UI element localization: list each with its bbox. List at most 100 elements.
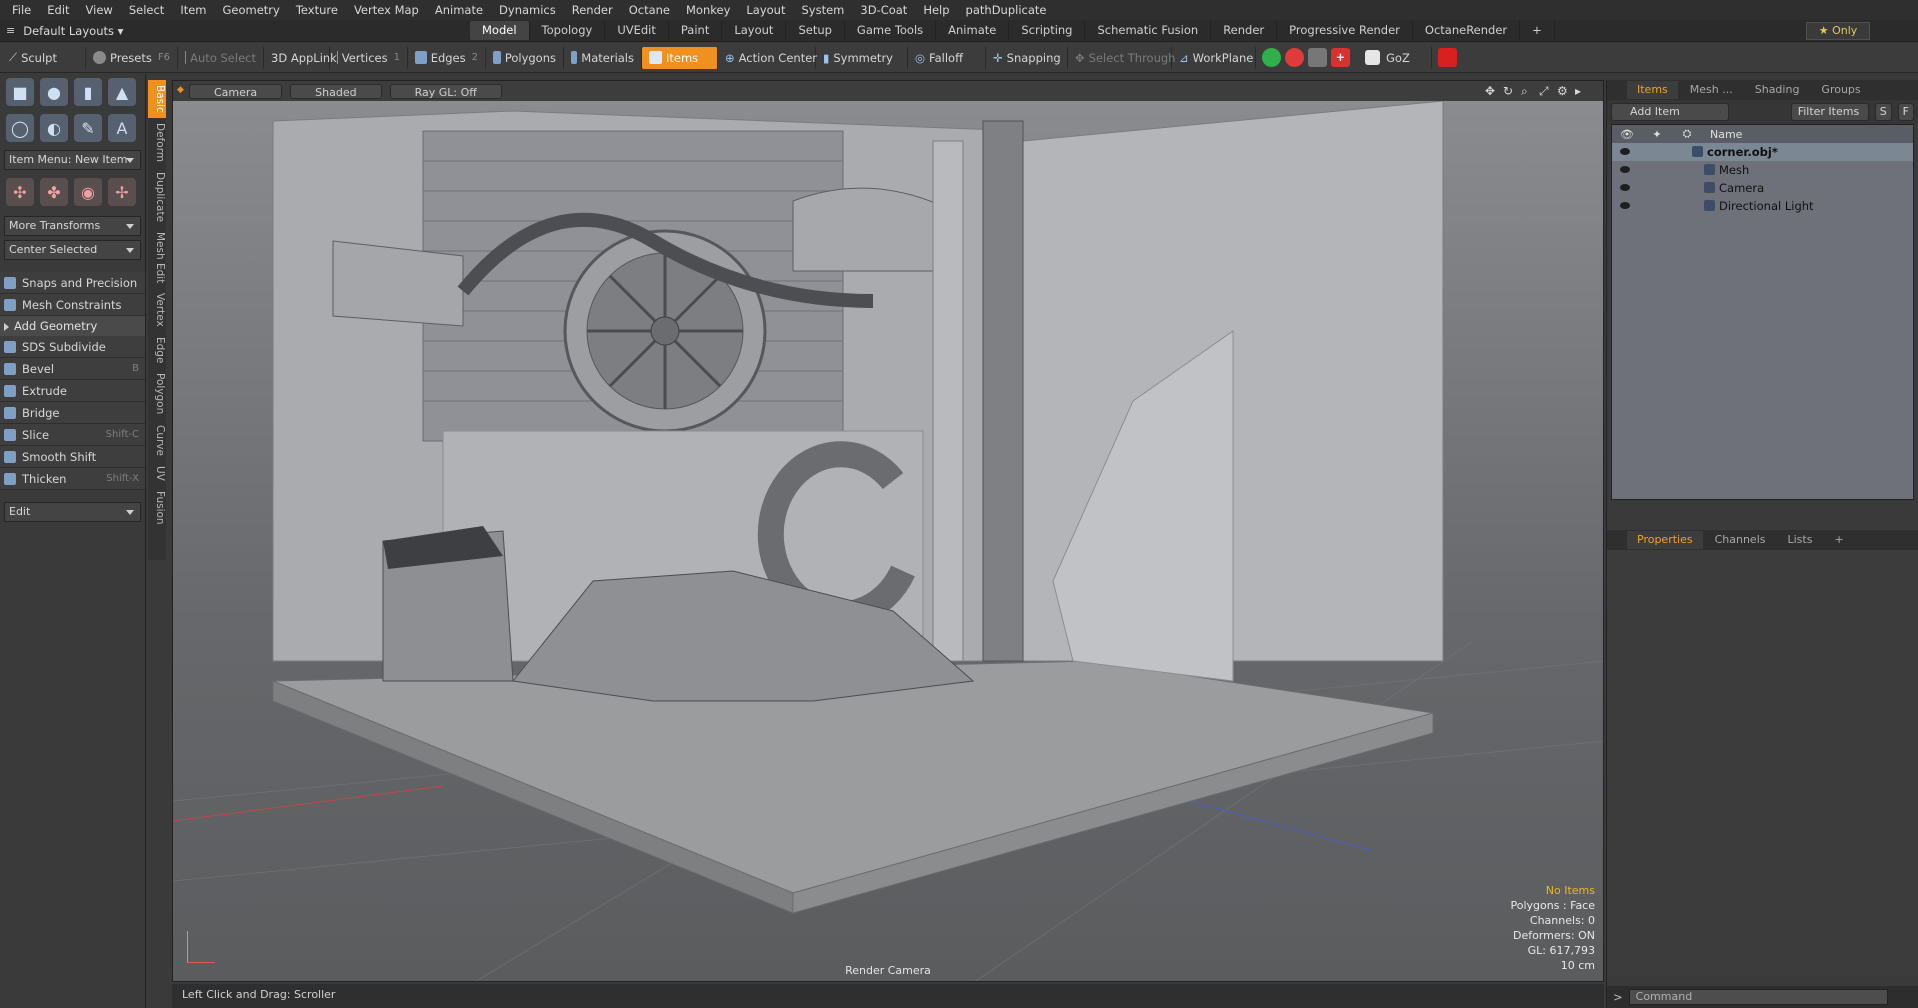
f-button[interactable]: F	[1897, 103, 1914, 121]
tab-octanerender[interactable]: OctaneRender	[1413, 21, 1521, 40]
cube-icon[interactable]: ■	[6, 78, 34, 106]
plus-red-icon[interactable]: +	[1331, 48, 1350, 67]
arrow-right-icon[interactable]: ▸	[1575, 84, 1581, 98]
tab-lists[interactable]: Lists	[1778, 531, 1823, 549]
viewport-menu-icon[interactable]: ◆	[177, 85, 184, 95]
item-menu-dropdown[interactable]: Item Menu: New Item	[4, 150, 141, 170]
edit-dropdown[interactable]: Edit	[4, 502, 141, 522]
visibility-eye-icon[interactable]	[1620, 202, 1630, 209]
menu-item[interactable]: Item	[172, 0, 214, 20]
zoom-icon[interactable]: ⌕	[1521, 84, 1528, 99]
menu-help[interactable]: Help	[915, 0, 957, 20]
tab-paint[interactable]: Paint	[669, 21, 723, 40]
tab-game-tools[interactable]: Game Tools	[845, 21, 937, 40]
sphere-icon[interactable]: ●	[40, 78, 68, 106]
vtab-duplicate[interactable]: Duplicate	[148, 167, 166, 227]
presets-button[interactable]: Presets F6	[86, 46, 178, 69]
tool-thicken[interactable]: Thicken Shift-X	[0, 468, 145, 490]
menu-dynamics[interactable]: Dynamics	[491, 0, 564, 20]
tab-items[interactable]: Items	[1627, 81, 1678, 99]
vtab-polygon[interactable]: Polygon	[148, 368, 166, 419]
scale-icon[interactable]: ◉	[74, 178, 102, 206]
vtab-basic[interactable]: Basic	[148, 80, 166, 118]
tab-shading[interactable]: Shading	[1745, 81, 1810, 99]
menu-octane[interactable]: Octane	[621, 0, 678, 20]
materials-button[interactable]: Materials	[564, 46, 642, 69]
tool-sds-subdivide[interactable]: SDS Subdivide	[0, 336, 145, 358]
falloff-button[interactable]: ◎ Falloff	[908, 46, 986, 69]
tab-channels[interactable]: Channels	[1705, 531, 1776, 549]
menu-layout[interactable]: Layout	[738, 0, 793, 20]
tab-render[interactable]: Render	[1211, 21, 1278, 40]
menu-system[interactable]: System	[793, 0, 852, 20]
tab-add[interactable]: +	[1824, 531, 1853, 549]
move-icon[interactable]: ✣	[6, 178, 34, 206]
red-tool-icon[interactable]	[1438, 48, 1457, 67]
action-center-button[interactable]: ⊕ Action Center	[718, 46, 817, 69]
tab-animate[interactable]: Animate	[936, 21, 1010, 40]
visibility-eye-icon[interactable]	[1620, 184, 1630, 191]
text-icon[interactable]: A	[108, 114, 136, 142]
vtab-vertex[interactable]: Vertex	[148, 288, 166, 332]
add-tab-button[interactable]: +	[1520, 21, 1555, 40]
tree-row[interactable]: Camera	[1612, 179, 1913, 197]
tab-model[interactable]: Model	[470, 21, 530, 40]
s-button[interactable]: S	[1874, 103, 1892, 121]
vtab-mesh-edit[interactable]: Mesh Edit	[148, 227, 166, 288]
only-toggle-button[interactable]: ★ Only	[1806, 22, 1870, 40]
tab-mesh-[interactable]: Mesh ...	[1680, 81, 1743, 99]
pen-icon[interactable]: ✎	[74, 114, 102, 142]
command-input[interactable]: Command	[1628, 989, 1888, 1005]
mesh-constraints-row[interactable]: Mesh Constraints	[0, 294, 145, 316]
shaded-button[interactable]: Shaded	[290, 83, 382, 99]
tree-row[interactable]: Directional Light	[1612, 197, 1913, 215]
vtab-uv[interactable]: UV	[148, 461, 166, 486]
octane-green-icon[interactable]	[1262, 48, 1281, 67]
center-selected-dropdown[interactable]: Center Selected	[4, 240, 141, 260]
menu-texture[interactable]: Texture	[288, 0, 346, 20]
capsule-icon[interactable]: ◐	[40, 114, 68, 142]
items-button[interactable]: Items	[642, 46, 718, 69]
transform-icon[interactable]: ✢	[108, 178, 136, 206]
tab-layout[interactable]: Layout	[722, 21, 787, 40]
more-transforms-dropdown[interactable]: More Transforms	[4, 216, 141, 236]
visibility-eye-icon[interactable]	[1620, 148, 1630, 155]
visibility-eye-icon[interactable]	[1620, 166, 1630, 173]
vertices-button[interactable]: Vertices 1	[330, 46, 408, 69]
workplane-button[interactable]: ⊿ WorkPlane	[1172, 46, 1256, 69]
vtab-curve[interactable]: Curve	[148, 420, 166, 461]
octane-red-icon[interactable]	[1285, 48, 1304, 67]
vtab-edge[interactable]: Edge	[148, 332, 166, 368]
camera-button[interactable]: Camera	[189, 83, 283, 99]
menu-pathduplicate[interactable]: pathDuplicate	[958, 0, 1055, 20]
vtab-deform[interactable]: Deform	[148, 118, 166, 167]
tool-bevel[interactable]: Bevel B	[0, 358, 145, 380]
select-through-button[interactable]: ✥ Select Through	[1068, 46, 1175, 69]
cone-icon[interactable]: ▲	[108, 78, 136, 106]
gear-icon[interactable]: ⚙	[1557, 84, 1568, 98]
edges-button[interactable]: Edges 2	[408, 46, 486, 69]
tab-uvedit[interactable]: UVEdit	[605, 21, 669, 40]
default-layouts-dropdown[interactable]: Default Layouts ▾	[23, 24, 123, 38]
menu-select[interactable]: Select	[121, 0, 172, 20]
sculpt-button[interactable]: ⟋ Sculpt	[2, 46, 86, 69]
rotate-icon[interactable]: ✤	[40, 178, 68, 206]
menu-3d-coat[interactable]: 3D-Coat	[852, 0, 915, 20]
menu-file[interactable]: File	[4, 0, 39, 20]
applink-button[interactable]: 3D AppLink	[264, 46, 337, 69]
torus-icon[interactable]: ◯	[6, 114, 34, 142]
pan-icon[interactable]: ✥	[1485, 84, 1495, 98]
menu-monkey[interactable]: Monkey	[678, 0, 738, 20]
menu-animate[interactable]: Animate	[427, 0, 491, 20]
tool-extrude[interactable]: Extrude	[0, 380, 145, 402]
tool-icon[interactable]	[1308, 48, 1327, 67]
cylinder-icon[interactable]: ▮	[74, 78, 102, 106]
tree-row[interactable]: corner.obj*	[1612, 143, 1913, 161]
vtab-fusion[interactable]: Fusion	[148, 486, 166, 530]
menu-view[interactable]: View	[78, 0, 121, 20]
auto-select-button[interactable]: Auto Select	[178, 46, 264, 69]
tool-bridge[interactable]: Bridge	[0, 402, 145, 424]
tab-scripting[interactable]: Scripting	[1009, 21, 1086, 40]
snaps-precision-row[interactable]: Snaps and Precision	[0, 272, 145, 294]
orbit-icon[interactable]: ↻	[1503, 84, 1513, 98]
